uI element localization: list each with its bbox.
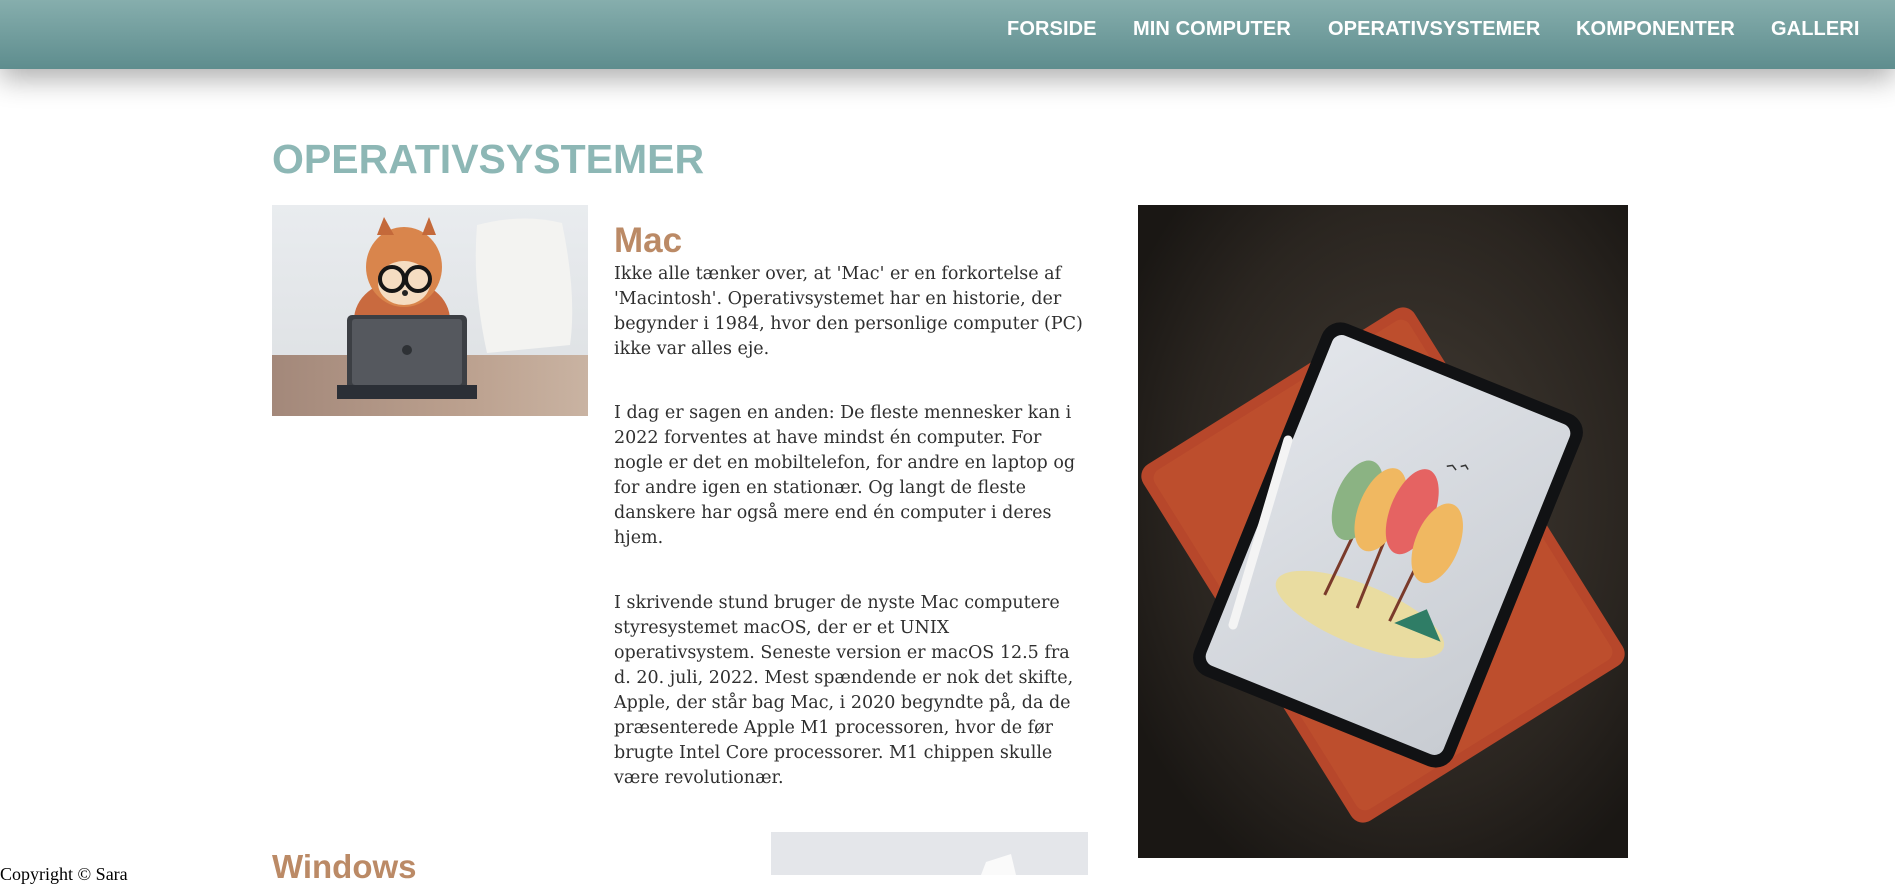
windows-photo [771, 832, 1088, 875]
nav-link-forside[interactable]: FORSIDE [1007, 18, 1097, 41]
mac-paragraph: I dag er sagen en anden: De fleste menne… [614, 403, 1076, 548]
nav-link-min-computer[interactable]: MIN COMPUTER [1133, 18, 1291, 41]
mac-paragraph: I skrivende stund bruger de nyste Mac co… [614, 593, 1074, 788]
windows-heading: Windows [272, 848, 417, 885]
nav-link-galleri[interactable]: GALLERI [1771, 18, 1859, 41]
page-title: OPERATIVSYSTEMER [272, 136, 705, 182]
dog-with-tablet-photo [272, 205, 588, 416]
nav-link-operativsystemer[interactable]: OPERATIVSYSTEMER [1328, 18, 1540, 41]
nav-link-komponenter[interactable]: KOMPONENTER [1576, 18, 1735, 41]
mac-heading: Mac [614, 221, 683, 260]
mac-paragraph: Ikke alle tænker over, at 'Mac' er en fo… [614, 264, 1083, 359]
top-navbar: FORSIDE MIN COMPUTER OPERATIVSYSTEMER KO… [0, 0, 1895, 69]
ipad-on-fabric-photo [1138, 205, 1628, 858]
